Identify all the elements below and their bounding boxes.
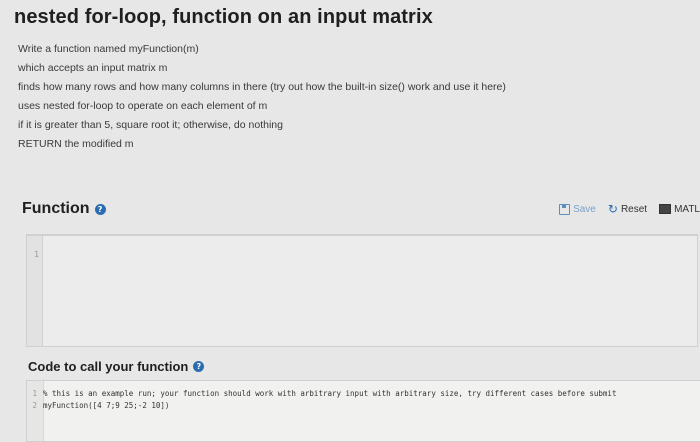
save-button[interactable]: Save — [559, 203, 596, 215]
info-icon[interactable]: ? — [94, 203, 106, 215]
code-line: 2 myFunction([4 7;9 25;-2 10]) — [31, 401, 169, 410]
description-line: if it is greater than 5, square root it;… — [18, 119, 283, 131]
code-text: myFunction([4 7;9 25;-2 10]) — [43, 401, 170, 410]
problem-description: Write a function named myFunction(m) whi… — [18, 40, 506, 154]
code-line: 1 % this is an example run; your functio… — [31, 389, 616, 398]
save-icon — [559, 203, 571, 215]
line-number: 2 — [32, 401, 37, 410]
description-line: RETURN the modified m — [18, 138, 134, 150]
save-label: Save — [573, 203, 596, 215]
call-code-editor[interactable]: 1 % this is an example run; your functio… — [26, 380, 700, 442]
matlab-label: MATL — [674, 203, 700, 215]
line-number: 1 — [34, 250, 39, 259]
function-heading-label: Function — [22, 200, 90, 217]
description-line: finds how many rows and how many columns… — [18, 81, 506, 93]
function-heading: Function ? — [22, 200, 106, 218]
description-line: Write a function named myFunction(m) — [18, 43, 199, 55]
reset-button[interactable]: ↻ Reset — [608, 202, 647, 216]
editor-gutter: 1 — [27, 236, 43, 346]
info-icon[interactable]: ? — [193, 361, 205, 372]
matlab-icon — [659, 204, 672, 214]
matlab-button[interactable]: MATL — [659, 204, 700, 215]
call-heading-label: Code to call your function — [28, 359, 189, 374]
description-line: uses nested for-loop to operate on each … — [18, 100, 268, 112]
reset-icon: ↻ — [607, 202, 618, 216]
call-heading: Code to call your function ? — [28, 359, 205, 374]
page-title: nested for-loop, function on an input ma… — [14, 6, 433, 28]
line-number: 1 — [32, 389, 37, 398]
code-text: % this is an example run; your function … — [43, 389, 617, 398]
editor-toolbar: Save ↻ Reset MATL — [559, 202, 700, 216]
description-line: which accepts an input matrix m — [18, 62, 168, 74]
function-editor[interactable]: 1 — [26, 234, 698, 347]
reset-label: Reset — [620, 203, 648, 215]
